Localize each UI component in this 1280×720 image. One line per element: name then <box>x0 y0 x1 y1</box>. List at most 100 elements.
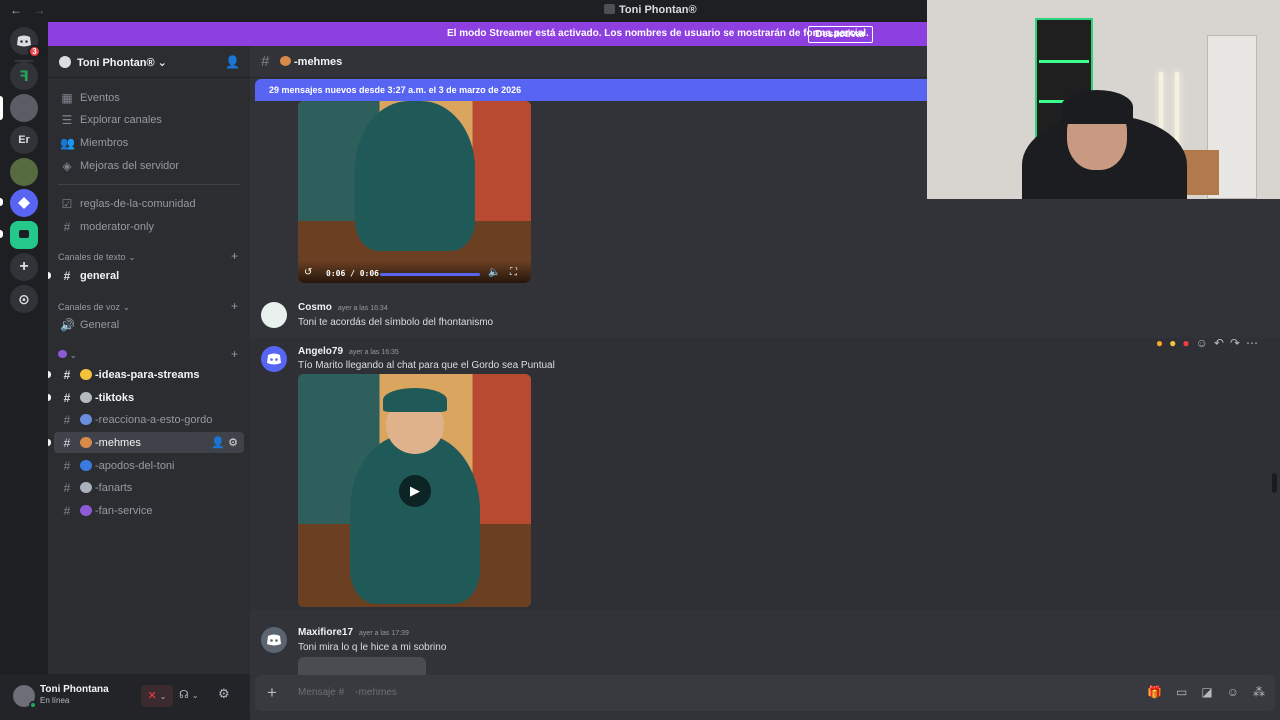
channel-reacciona-label: -reacciona-a-esto-gordo <box>95 413 213 426</box>
mute-mic-button[interactable]: ✕ ⌄ <box>141 685 173 707</box>
nav-boost-label: Mejoras del servidor <box>80 159 180 172</box>
user-settings-gear-icon[interactable]: ⚙ <box>218 686 230 702</box>
apps-icon[interactable]: ⁂ <box>1253 685 1265 699</box>
fire-reaction-icon[interactable]: ● <box>1156 336 1163 350</box>
headphones-icon: ☊ <box>179 689 189 701</box>
gif-icon[interactable]: ▭ <box>1176 685 1187 699</box>
channel-actions: 👤 ⚙ <box>211 436 238 449</box>
channel-fan-service[interactable]: # -fan-service <box>54 500 244 521</box>
add-reaction-icon[interactable]: ☺ <box>1196 336 1208 350</box>
server-name: Toni Phontan® ⌄ <box>77 56 167 69</box>
scrollbar-thumb[interactable] <box>1272 473 1277 493</box>
create-channel-button[interactable]: + <box>231 347 238 361</box>
discord-home-button[interactable]: 3 <box>10 27 41 58</box>
attach-plus-icon[interactable]: + <box>267 683 277 703</box>
hash-icon: # <box>63 435 71 450</box>
hash-icon: # <box>63 503 71 518</box>
server-er-button[interactable]: Er <box>10 126 38 154</box>
message-input[interactable]: Mensaje # -mehmes <box>298 687 397 698</box>
server-avatar-1-button[interactable] <box>10 94 38 122</box>
play-button[interactable]: ▶ <box>399 475 431 507</box>
user-name[interactable]: Toni Phontana <box>40 684 109 695</box>
avatar[interactable] <box>261 627 287 653</box>
unread-indicator <box>48 439 51 446</box>
add-server-button[interactable]: + <box>10 253 38 281</box>
author-name[interactable]: Maxifiore17 <box>298 627 353 638</box>
streamer-mode-banner: El modo Streamer está activado. Los nomb… <box>48 22 928 46</box>
gear-icon[interactable]: ⚙ <box>228 437 238 449</box>
video-character-cap <box>382 388 447 412</box>
nav-browse-channels[interactable]: ☰ Explorar canales <box>54 109 244 130</box>
channel-reacciona[interactable]: # -reacciona-a-esto-gordo <box>54 409 244 430</box>
video-attachment[interactable]: ▶ <box>298 374 531 607</box>
emoji-icon[interactable]: ☺ <box>1227 685 1239 699</box>
server-avatar-2-button[interactable] <box>10 158 38 186</box>
more-options-icon[interactable]: ⋯ <box>1246 336 1258 350</box>
server-f-button[interactable]: ꟻ <box>10 62 38 90</box>
forward-arrow-icon[interactable]: → <box>33 3 45 17</box>
server-tiktok-button[interactable] <box>10 221 38 249</box>
image-attachment[interactable] <box>298 657 426 675</box>
category-voice-channels[interactable]: Canales de voz ⌄ <box>58 302 130 313</box>
video-attachment[interactable]: ↺ 0:06 / 0:06 🔈 ⛶ <box>298 101 531 283</box>
message-author[interactable]: Angelo79 ayer a las 16:35 <box>298 346 399 357</box>
forward-icon[interactable]: ↷ <box>1230 336 1240 350</box>
voice-general-label: General <box>80 318 120 331</box>
author-name[interactable]: Cosmo <box>298 302 332 313</box>
hash-icon: # <box>63 480 71 495</box>
message-text: Toni mira lo q le hice a mi sobrino <box>298 642 447 653</box>
message-author[interactable]: Maxifiore17 ayer a las 17:39 <box>298 627 409 638</box>
voice-channel-general[interactable]: 🔊 General <box>54 314 244 335</box>
notification-badge: 3 <box>28 45 41 58</box>
tv-icon <box>80 392 92 403</box>
server-diamond-button[interactable] <box>10 189 38 217</box>
channel-general-label: general <box>80 269 120 282</box>
invite-icon[interactable]: 👤 <box>211 437 225 449</box>
invite-people-icon[interactable]: 👤 <box>225 55 240 69</box>
channel-general[interactable]: # general <box>48 265 244 286</box>
channel-ideas-para-streams[interactable]: # -ideas-para-streams <box>48 364 244 385</box>
fullscreen-icon[interactable]: ⛶ <box>510 267 517 278</box>
reply-icon[interactable]: ↶ <box>1214 336 1224 350</box>
explore-servers-button[interactable]: ⊙ <box>10 285 38 313</box>
smile-reaction-icon[interactable]: ● <box>1169 336 1176 350</box>
unread-indicator <box>48 371 51 378</box>
channel-mehmes[interactable]: # -mehmes 👤 ⚙ <box>48 432 244 453</box>
nav-members[interactable]: 👥 Miembros <box>54 132 244 153</box>
server-f-label: ꟻ <box>19 67 29 84</box>
deactivate-streamer-button[interactable]: Desactivar <box>808 26 873 43</box>
heart-icon <box>80 505 92 516</box>
video-progress-bar[interactable] <box>380 273 480 276</box>
hash-icon: # <box>63 219 71 234</box>
channel-fanarts[interactable]: # -fanarts <box>54 477 244 498</box>
channel-rules[interactable]: ☑ reglas-de-la-comunidad <box>54 193 244 214</box>
category-text-channels[interactable]: Canales de texto ⌄ <box>58 252 136 263</box>
sticker-icon[interactable]: ◪ <box>1201 685 1212 699</box>
video-character <box>354 101 475 251</box>
window-title-text: Toni Phontan® <box>619 4 697 16</box>
channel-tiktoks[interactable]: # -tiktoks <box>48 387 244 408</box>
author-name[interactable]: Angelo79 <box>298 346 343 357</box>
gift-icon[interactable]: 🎁 <box>1147 685 1162 699</box>
replay-icon[interactable]: ↺ <box>304 267 312 278</box>
server-header[interactable]: Toni Phontan® ⌄ 👤 <box>48 46 250 78</box>
category-emoji-icon <box>58 350 67 358</box>
channel-apodos[interactable]: # -apodos-del-toni <box>54 455 244 476</box>
unread-pill <box>0 230 3 238</box>
compass-icon: ⊙ <box>18 290 30 307</box>
category-custom[interactable]: ⌄ <box>58 350 77 361</box>
nav-events[interactable]: ▦ Eventos <box>54 87 244 108</box>
create-text-channel-button[interactable]: + <box>231 249 238 263</box>
channel-moderator-only[interactable]: # moderator-only <box>54 216 244 237</box>
nav-server-boost[interactable]: ◈ Mejoras del servidor <box>54 155 244 176</box>
message-composer[interactable]: + Mensaje # -mehmes 🎁 ▭ ◪ ☺ ⁂ <box>255 675 1275 711</box>
deafen-button[interactable]: ☊ ⌄ <box>179 688 199 701</box>
channel-fan-service-label: -fan-service <box>95 504 153 517</box>
message-author[interactable]: Cosmo ayer a las 16:34 <box>298 302 388 313</box>
hundred-reaction-icon[interactable]: ● <box>1182 336 1189 350</box>
avatar[interactable] <box>261 302 287 328</box>
back-arrow-icon[interactable]: ← <box>10 3 22 17</box>
create-voice-channel-button[interactable]: + <box>231 299 238 313</box>
avatar[interactable] <box>261 346 287 372</box>
volume-icon[interactable]: 🔈 <box>488 267 500 278</box>
